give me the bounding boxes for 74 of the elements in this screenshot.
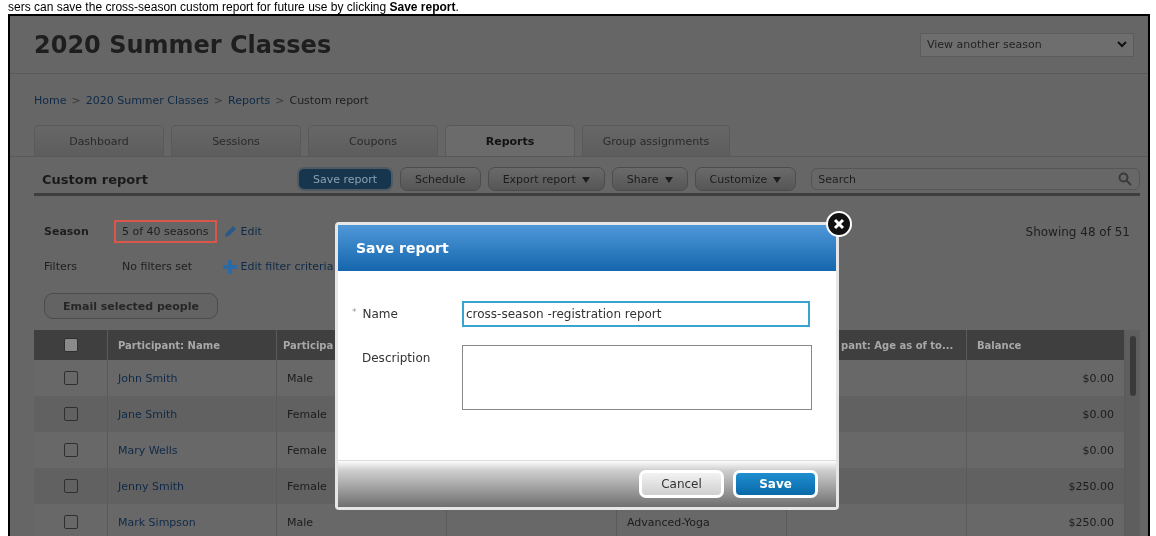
tab[interactable]: Sessions [171, 125, 301, 156]
breadcrumb-separator: > [275, 93, 285, 107]
caret-icon [581, 176, 590, 183]
table-cell: Female [287, 407, 327, 421]
table-cell: Female [287, 443, 327, 457]
participant-name-link[interactable]: Jane Smith [118, 407, 178, 421]
table-cell: Male [287, 515, 314, 529]
edit-filter-link[interactable]: Edit filter criteria [222, 259, 334, 274]
participant-name-link[interactable]: Mark Simpson [118, 515, 196, 529]
checkbox[interactable] [63, 371, 78, 385]
season-value: 5 of 40 seasons [114, 220, 217, 243]
checkbox[interactable] [63, 479, 78, 493]
breadcrumb-link[interactable]: Home [34, 93, 67, 107]
breadcrumb-separator: > [213, 93, 224, 107]
participant-name-link[interactable]: Jenny Smith [118, 479, 184, 493]
toolbar-button[interactable]: Export report [487, 167, 605, 191]
checkbox[interactable] [63, 515, 78, 529]
email-button[interactable]: Email selected people [44, 293, 218, 319]
caption-text: sers can save the cross-season custom report for future use by clicking Save report. [7, 0, 459, 14]
breadcrumb-link[interactable]: Reports [228, 93, 271, 107]
tab[interactable]: Group assignments [582, 125, 730, 156]
toolbar-button[interactable]: Customize [694, 167, 797, 191]
checkbox[interactable] [63, 443, 78, 457]
tab[interactable]: Dashboard [34, 125, 164, 156]
tab[interactable]: Reports [445, 125, 575, 156]
table-cell: Advanced-Yoga [627, 515, 710, 529]
caret-icon [664, 176, 673, 183]
name-input[interactable]: cross-season -registration report [462, 301, 810, 327]
close-icon [833, 218, 845, 230]
plus-icon [222, 259, 237, 274]
save-button[interactable]: Save [733, 470, 818, 498]
checkbox[interactable] [63, 407, 78, 421]
table-cell: Female [287, 479, 327, 493]
name-label: Name [362, 307, 398, 321]
toolbar-button[interactable]: Share [611, 167, 688, 191]
chevron-icon [1117, 41, 1127, 48]
toolbar-button[interactable]: Schedule [400, 167, 481, 191]
season-select[interactable]: View another season [920, 32, 1134, 57]
description-label: Description [362, 351, 431, 365]
column-header[interactable]: Balance [977, 339, 1022, 351]
cancel-button[interactable]: Cancel [639, 470, 724, 498]
scrollbar[interactable] [1125, 330, 1140, 536]
required-mark: * [352, 307, 357, 317]
column-header[interactable]: Participant: Name [118, 339, 220, 351]
report-title: Custom report [42, 171, 149, 187]
table-cell: $250.00 [1068, 515, 1114, 529]
description-input[interactable] [462, 345, 812, 410]
result-count: Showing 48 of 51 [1025, 224, 1130, 239]
caret-icon [773, 176, 782, 183]
season-label: Season [44, 225, 90, 238]
table-cell: $0.00 [1082, 407, 1114, 421]
column-header[interactable]: Participa [283, 339, 334, 351]
participant-name-link[interactable]: John Smith [118, 371, 178, 385]
table-cell: $0.00 [1082, 443, 1114, 457]
edit-link[interactable]: Edit [222, 224, 262, 239]
checkbox[interactable] [63, 338, 78, 352]
participant-name-link[interactable]: Mary Wells [118, 443, 178, 457]
table-cell: $250.00 [1068, 479, 1114, 493]
table-cell: $0.00 [1082, 371, 1114, 385]
page-title: 2020 Summer Classes [34, 30, 332, 59]
close-button[interactable] [826, 211, 852, 237]
filters-value: No filters set [121, 259, 194, 275]
toolbar-button[interactable]: Save report [297, 167, 394, 191]
breadcrumb-separator: > [71, 93, 81, 107]
breadcrumb-link[interactable]: 2020 Summer Classes [85, 93, 209, 107]
breadcrumb-link[interactable]: Custom report [289, 93, 369, 107]
column-header[interactable]: pant: Age as of to... [841, 339, 954, 351]
search-icon[interactable] [1118, 172, 1132, 186]
filters-label: Filters [44, 260, 78, 273]
dialog-title: Save report [356, 240, 449, 256]
tab[interactable]: Coupons [308, 125, 438, 156]
table-cell: Male [287, 371, 314, 385]
pencil-icon [222, 224, 237, 239]
search-field[interactable]: Search [811, 168, 1140, 190]
